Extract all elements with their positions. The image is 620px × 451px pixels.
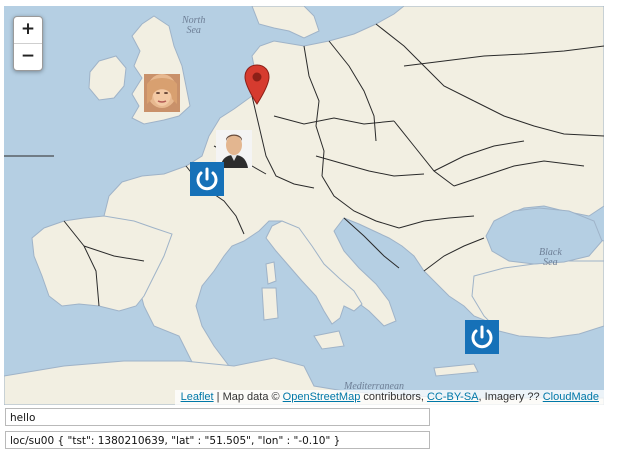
cc-by-sa-link[interactable]: CC-BY-SA (427, 391, 479, 403)
sardinia-land (261, 287, 279, 321)
power-icon-marker[interactable] (190, 162, 224, 196)
north-sea-label: North Sea (182, 15, 206, 36)
openstreetmap-link[interactable]: OpenStreetMap (283, 391, 361, 403)
attribution-text-2: contributors, (360, 391, 427, 403)
power-icon-marker[interactable] (465, 320, 499, 354)
leaflet-link[interactable]: Leaflet (181, 391, 214, 403)
map-attribution: Leaflet | Map data © OpenStreetMap contr… (174, 390, 604, 405)
attribution-text-1: | Map data © (213, 391, 283, 403)
attribution-text-3: , Imagery ?? (478, 391, 543, 403)
cloudmade-link[interactable]: CloudMade (543, 391, 599, 403)
payload-input[interactable]: loc/su00 { "tst": 1380210639, "lat" : "5… (5, 431, 430, 449)
zoom-out-button[interactable]: − (14, 43, 42, 70)
topic-input[interactable]: hello (5, 408, 430, 426)
zoom-in-button[interactable]: + (14, 17, 42, 43)
map-view[interactable]: North Sea Black Sea Mediterranean + − Le… (4, 6, 604, 405)
map-tiles[interactable] (4, 6, 604, 405)
red-pin-marker[interactable] (244, 64, 270, 106)
corsica-land (265, 261, 277, 285)
woman-avatar-marker[interactable] (144, 74, 180, 112)
black-sea-label: Black Sea (539, 247, 562, 268)
zoom-control: + − (13, 16, 43, 71)
